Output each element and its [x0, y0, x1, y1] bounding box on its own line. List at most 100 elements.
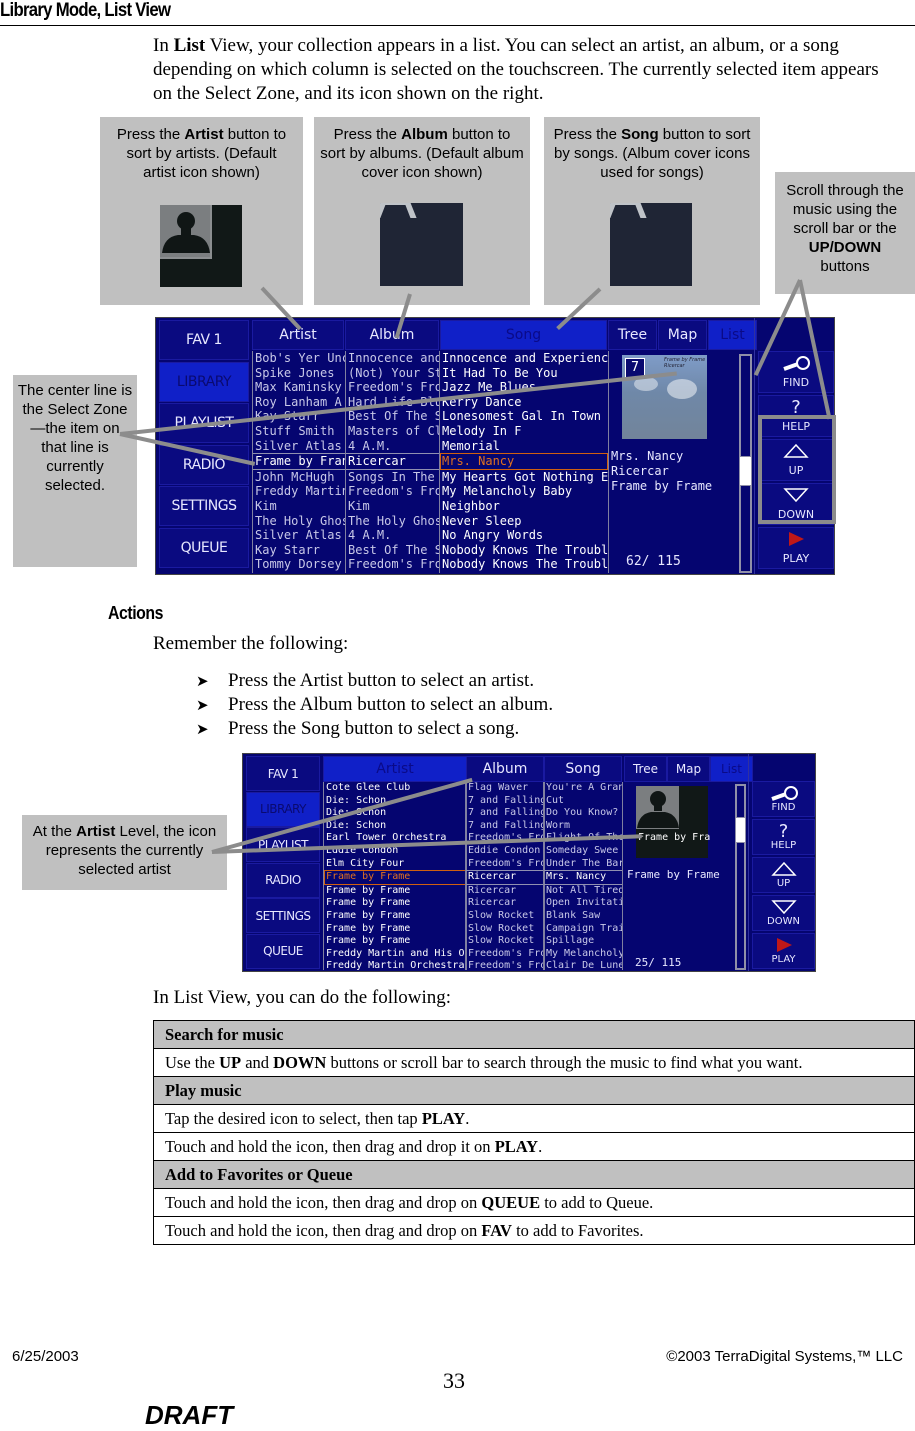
artist-tab[interactable]: Artist: [323, 756, 467, 782]
album-list-item[interactable]: Slow Rocket: [466, 910, 544, 923]
artist-list-item[interactable]: Spike Jones: [253, 366, 345, 381]
artist-list-item[interactable]: Frame by Frame: [324, 870, 466, 885]
song-list-item[interactable]: Mrs. Nancy: [544, 870, 622, 885]
up-button[interactable]: UP: [752, 857, 815, 893]
artist-list-item[interactable]: Frame by Frame: [324, 885, 466, 898]
scroll-bar[interactable]: [735, 784, 746, 970]
album-list-item[interactable]: Flag Waver: [466, 782, 544, 795]
sidebar-settings-button[interactable]: SETTINGS: [159, 486, 249, 526]
album-list-item[interactable]: Ricercar: [466, 885, 544, 898]
sidebar-library-button[interactable]: LIBRARY: [159, 361, 249, 402]
song-tab[interactable]: Song: [544, 756, 622, 782]
scroll-bar[interactable]: [739, 354, 752, 573]
song-list-item[interactable]: Nobody Knows The Trouble: [440, 543, 608, 558]
album-list-item[interactable]: Best Of The S: [346, 409, 439, 424]
view-map-tab[interactable]: Map: [667, 756, 710, 782]
song-list-item[interactable]: Worm: [544, 820, 622, 833]
artist-list-item[interactable]: Kim: [253, 499, 345, 514]
view-list-tab[interactable]: List: [710, 756, 753, 782]
song-list-item[interactable]: Nobody Knows The Trouble: [440, 557, 608, 572]
find-button[interactable]: FIND: [752, 781, 815, 817]
album-column[interactable]: Innocence and(Not) Your StaFreedom's Fro…: [345, 351, 440, 573]
artist-column[interactable]: Bob's Yer UnclSpike JonesMax KaminskyRoy…: [252, 351, 346, 573]
song-list-item[interactable]: Someday Swee: [544, 845, 622, 858]
song-list-item[interactable]: Melody In F: [440, 424, 608, 439]
sidebar-radio-button[interactable]: RADIO: [246, 862, 320, 898]
play-button[interactable]: PLAY: [752, 933, 815, 969]
song-list-item[interactable]: My Hearts Got Nothing Els: [440, 470, 608, 485]
artist-list-item[interactable]: The Holy Ghos: [253, 514, 345, 529]
song-list-item[interactable]: Campaign Trai: [544, 923, 622, 936]
album-list-item[interactable]: Ricercar: [346, 453, 439, 470]
sidebar-fav-1-button[interactable]: FAV 1: [246, 756, 320, 791]
sidebar-fav-1-button[interactable]: FAV 1: [159, 320, 249, 360]
song-list-item[interactable]: Under The Bar: [544, 858, 622, 871]
song-list-item[interactable]: Never Sleep: [440, 514, 608, 529]
artist-list-item[interactable]: Elm City Four: [324, 858, 466, 871]
album-list-item[interactable]: Freedom's Fro: [346, 557, 439, 572]
song-list-item[interactable]: Neighbor: [440, 499, 608, 514]
sidebar-queue-button[interactable]: QUEUE: [246, 933, 320, 969]
artist-list-item[interactable]: Freddy Martin Orchestra: [324, 960, 466, 970]
album-list-item[interactable]: 7 and Falling: [466, 820, 544, 833]
artist-list-item[interactable]: Bob's Yer Uncl: [253, 351, 345, 366]
album-list-item[interactable]: Innocence and: [346, 351, 439, 366]
artist-list-item[interactable]: Frame by Frame: [324, 935, 466, 948]
album-list-item[interactable]: Freedom's Fro: [466, 960, 544, 970]
artist-column[interactable]: Cote Glee ClubDie: SchonDie: SchonDie: S…: [323, 782, 467, 970]
scroll-thumb[interactable]: [735, 817, 746, 843]
artist-list-item[interactable]: Frame by Frame: [324, 897, 466, 910]
artist-list-item[interactable]: Silver Atlas: [253, 439, 345, 454]
view-list-tab[interactable]: List: [708, 320, 757, 350]
song-list-item[interactable]: Open Invitatior: [544, 897, 622, 910]
artist-list-item[interactable]: Die: Schon: [324, 820, 466, 833]
song-list-item[interactable]: Innocence and Experience: [440, 351, 608, 366]
song-list-item[interactable]: Spillage: [544, 935, 622, 948]
song-list-item[interactable]: Memorial: [440, 439, 608, 454]
sidebar-settings-button[interactable]: SETTINGS: [246, 898, 320, 933]
song-list-item[interactable]: Cut: [544, 795, 622, 808]
view-tree-tab[interactable]: Tree: [624, 756, 667, 782]
artist-list-item[interactable]: Max Kaminsky: [253, 380, 345, 395]
song-list-item[interactable]: Mrs. Nancy: [440, 453, 608, 470]
album-list-item[interactable]: 7 and Falling: [466, 807, 544, 820]
album-list-item[interactable]: Best Of The S: [346, 543, 439, 558]
song-list-item[interactable]: It Had To Be You: [440, 366, 608, 381]
song-list-item[interactable]: Do You Know?: [544, 807, 622, 820]
album-list-item[interactable]: Kim: [346, 499, 439, 514]
album-list-item[interactable]: Freedom's Fro: [346, 380, 439, 395]
artist-list-item[interactable]: John McHugh: [253, 470, 345, 485]
artist-list-item[interactable]: Frame by Frame: [324, 910, 466, 923]
album-column[interactable]: Flag Waver 7 and Falling 7 and Falling 7 an…: [465, 782, 545, 970]
song-list-item[interactable]: My Melancholy: [544, 948, 622, 961]
album-list-item[interactable]: Ricercar: [466, 870, 544, 885]
artist-list-item[interactable]: Frame by Fran: [253, 453, 345, 470]
album-tab[interactable]: Album: [466, 756, 544, 782]
scroll-thumb[interactable]: [739, 456, 752, 486]
album-list-item[interactable]: Eddie Condon &: [466, 845, 544, 858]
view-tree-tab[interactable]: Tree: [608, 320, 657, 350]
sidebar-library-button[interactable]: LIBRARY: [246, 791, 320, 827]
artist-list-item[interactable]: Kay Starr: [253, 543, 345, 558]
album-list-item[interactable]: 7 and Falling: [466, 795, 544, 808]
album-list-item[interactable]: Ricercar: [466, 897, 544, 910]
song-tab[interactable]: Song: [440, 320, 607, 350]
down-button[interactable]: DOWN: [752, 895, 815, 931]
artist-list-item[interactable]: Roy Lanham A: [253, 395, 345, 410]
album-list-item[interactable]: Slow Rocket: [466, 935, 544, 948]
album-list-item[interactable]: Slow Rocket: [466, 923, 544, 936]
song-list-item[interactable]: Blank Saw: [544, 910, 622, 923]
album-list-item[interactable]: Freedom's Fro: [466, 858, 544, 871]
album-list-item[interactable]: Freedom's Fro: [346, 484, 439, 499]
song-list-item[interactable]: Clair De Lune: [544, 960, 622, 970]
play-button[interactable]: PLAY: [758, 527, 834, 569]
album-list-item[interactable]: Songs In The K: [346, 470, 439, 485]
selected-album-art[interactable]: 7 Frame by Frame Ricercar: [622, 355, 707, 439]
album-tab[interactable]: Album: [345, 320, 439, 350]
song-list-item[interactable]: Lonesomest Gal In Town: [440, 409, 608, 424]
song-list-item[interactable]: You're A Granc: [544, 782, 622, 795]
song-list-item[interactable]: My Melancholy Baby: [440, 484, 608, 499]
sidebar-queue-button[interactable]: QUEUE: [159, 527, 249, 568]
album-list-item[interactable]: 4 A.M.: [346, 439, 439, 454]
song-list-item[interactable]: No Angry Words: [440, 528, 608, 543]
